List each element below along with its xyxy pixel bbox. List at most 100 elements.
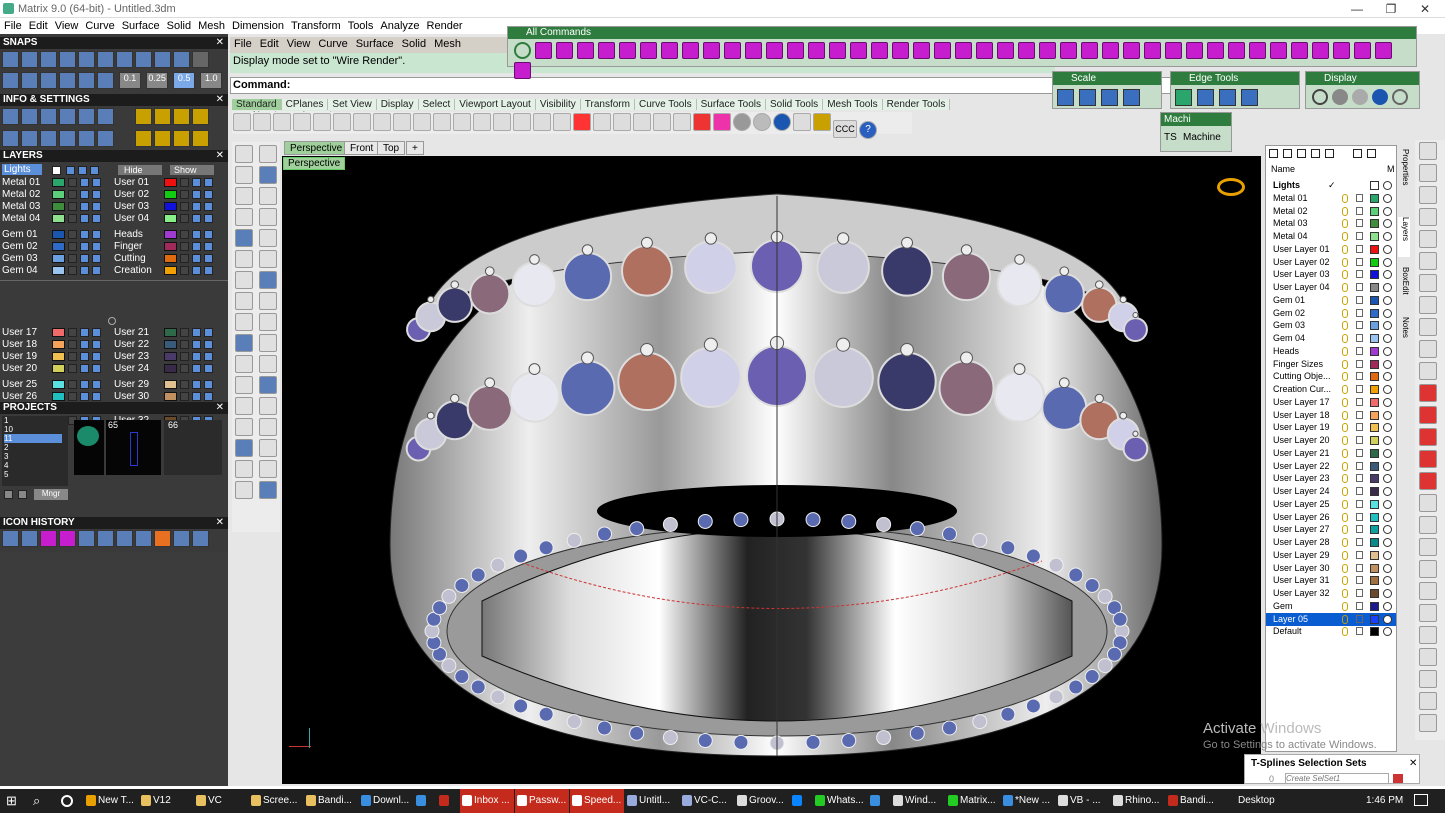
search-view-icon[interactable] (1419, 560, 1437, 578)
taskbar-app[interactable]: Inbox ... (460, 789, 514, 813)
copy-icon[interactable] (353, 113, 371, 131)
layer-quick-row[interactable]: User 26 (2, 391, 112, 402)
lock-icon[interactable] (68, 380, 77, 389)
settings-icon[interactable] (2, 108, 19, 125)
viewport-label[interactable]: Perspective (283, 157, 346, 170)
select-layer-icon[interactable] (92, 266, 101, 275)
layer-color[interactable] (1370, 372, 1379, 382)
layer-color[interactable] (1370, 538, 1379, 547)
boolean-icon[interactable] (235, 334, 253, 352)
matrix-command-icon[interactable] (1249, 42, 1266, 59)
zoom-selected-icon[interactable] (513, 113, 531, 131)
visibility-bulb-icon[interactable] (1342, 512, 1348, 522)
layer-row[interactable]: Gem 04 (1266, 332, 1396, 345)
lock-icon[interactable] (1356, 512, 1363, 521)
layer-color[interactable] (1370, 550, 1379, 560)
layer-quick-row[interactable]: Gem 02 (2, 241, 112, 252)
visibility-bulb-icon[interactable] (1342, 461, 1348, 471)
material-circle-icon[interactable] (1383, 474, 1392, 484)
bulb-icon[interactable] (653, 113, 671, 131)
layer-color-swatch[interactable] (52, 230, 65, 239)
car-red-2-icon[interactable] (1419, 406, 1437, 424)
zoom-window-icon[interactable] (1419, 274, 1437, 292)
scale-1d-icon[interactable] (1057, 89, 1074, 106)
lock-icon[interactable] (1356, 206, 1363, 215)
material-circle-icon[interactable] (1383, 219, 1392, 229)
lock-icon[interactable] (1356, 499, 1363, 508)
matrix-command-icon[interactable] (745, 42, 762, 59)
material-circle-icon[interactable] (1383, 550, 1392, 560)
tab-set-view[interactable]: Set View (328, 99, 377, 110)
snap-mid-icon[interactable] (59, 51, 76, 68)
lock-icon[interactable] (68, 178, 77, 187)
project-thumb-3[interactable]: 66 (164, 420, 222, 475)
taskbar-app[interactable]: Speed... (570, 789, 624, 813)
layer-quick-row[interactable]: User 03 (114, 201, 224, 212)
layers-tab[interactable]: Layers (1398, 217, 1410, 257)
move-up-icon[interactable] (1311, 149, 1320, 158)
lock-icon[interactable] (1356, 525, 1363, 534)
lock-icon[interactable] (180, 352, 189, 361)
close-icon[interactable]: ✕ (216, 94, 224, 106)
matrix-command-icon[interactable] (1186, 42, 1203, 59)
tab-surface-tools[interactable]: Surface Tools (696, 99, 766, 110)
close-icon[interactable]: ✕ (216, 402, 224, 414)
help-question-icon[interactable]: ? (859, 121, 877, 139)
layer-color-swatch[interactable] (164, 214, 177, 223)
matrix-command-icon[interactable] (1165, 42, 1182, 59)
layer-color-swatch[interactable] (164, 230, 177, 239)
rhino-menu-curve[interactable]: Curve (314, 37, 351, 51)
layer-color[interactable] (1370, 397, 1379, 407)
lock-icon[interactable] (1356, 295, 1363, 304)
material-circle-icon[interactable] (1383, 576, 1392, 586)
layer-quick-row[interactable]: User 21 (114, 327, 224, 338)
layer-row[interactable]: Lights ✓ (1266, 179, 1396, 192)
pan-hand-icon[interactable] (1419, 142, 1437, 160)
layer-row[interactable]: Gem 02 (1266, 307, 1396, 320)
desktop-button[interactable]: Desktop (1238, 795, 1275, 806)
lock-icon[interactable] (68, 202, 77, 211)
properties-icon[interactable] (633, 113, 651, 131)
visibility-bulb-icon[interactable] (1342, 550, 1348, 560)
select-layer-icon[interactable] (92, 202, 101, 211)
layer-color[interactable] (1370, 359, 1379, 369)
material-circle-icon[interactable] (1383, 589, 1392, 598)
select-layer-icon[interactable] (204, 254, 213, 263)
matrix-command-icon[interactable] (703, 42, 720, 59)
snap-knot-icon[interactable] (173, 51, 190, 68)
select-layer-icon[interactable] (204, 392, 213, 401)
lights-lock[interactable] (66, 166, 75, 175)
material-circle-icon[interactable] (1383, 487, 1392, 496)
taskbar-app[interactable]: V12 (139, 789, 193, 813)
layer-row[interactable]: Gem 03 (1266, 319, 1396, 332)
layer-color-swatch[interactable] (164, 352, 177, 361)
select-layer-icon[interactable] (92, 254, 101, 263)
visibility-icon[interactable] (192, 266, 201, 275)
layer-row[interactable]: Creation Cur... (1266, 383, 1396, 396)
layer-color[interactable] (1370, 525, 1379, 535)
menu-surface[interactable]: Surface (118, 18, 163, 32)
history-tool-3-icon[interactable] (40, 530, 57, 547)
viewport-tab-top[interactable]: Top (377, 141, 406, 155)
lock-icon[interactable] (180, 380, 189, 389)
up-arrow-icon[interactable] (18, 490, 27, 499)
history-tool-5-icon[interactable] (78, 530, 95, 547)
select-layer-icon[interactable] (204, 202, 213, 211)
ts-label[interactable]: TS (1164, 132, 1177, 143)
visibility-bulb-icon[interactable] (1342, 563, 1348, 573)
visibility-bulb-icon[interactable] (1342, 487, 1348, 496)
lock-icon[interactable] (68, 364, 77, 373)
dimension-icon[interactable] (259, 397, 277, 415)
filter-icon[interactable] (1419, 670, 1437, 688)
tab-visibility[interactable]: Visibility (535, 99, 581, 110)
circle-icon[interactable] (235, 208, 253, 226)
layer-color[interactable] (1370, 219, 1379, 229)
display-icon[interactable] (2, 130, 19, 147)
snap-value-2[interactable]: 0.25 (146, 72, 169, 89)
layer-color[interactable] (1370, 474, 1379, 484)
material-circle-icon[interactable] (1383, 423, 1392, 433)
snap-value-3[interactable]: 0.5 (173, 72, 196, 89)
point-icon[interactable] (259, 145, 277, 163)
zoom-out-icon[interactable] (1419, 208, 1437, 226)
cut-icon[interactable] (333, 113, 351, 131)
